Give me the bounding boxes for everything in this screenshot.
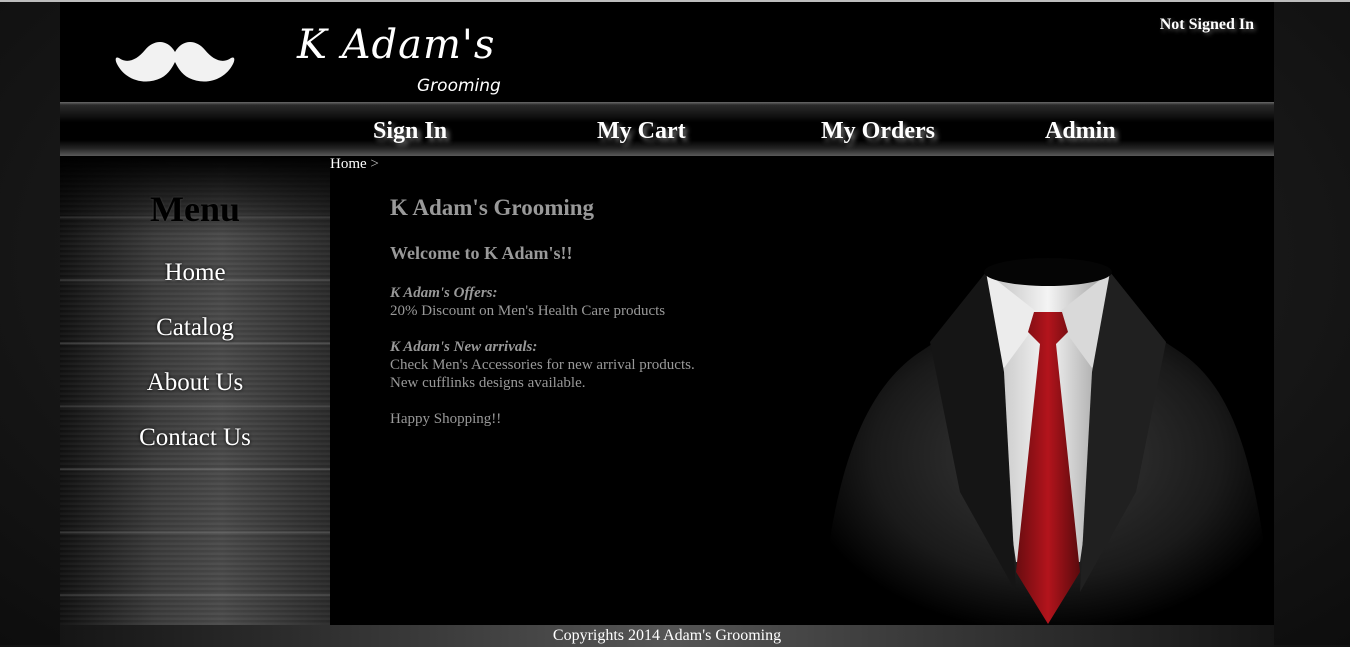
sidebar-item-home[interactable]: Home — [60, 259, 330, 287]
offers-text: 20% Discount on Men's Health Care produc… — [390, 303, 666, 319]
signin-status: Not Signed In — [1159, 16, 1254, 33]
nav-admin[interactable]: Admin — [1045, 118, 1116, 145]
arrivals-heading: K Adam's New arrivals: — [390, 339, 538, 355]
sidebar-item-catalog[interactable]: Catalog — [60, 314, 330, 342]
welcome-heading: Welcome to K Adam's!! — [390, 243, 573, 263]
sidebar-menu: Menu Home Catalog About Us Contact Us — [60, 156, 330, 625]
site-header: K Adam's Grooming Not Signed In — [60, 2, 1274, 102]
mustache-icon — [115, 42, 235, 82]
closing-text: Happy Shopping!! — [390, 411, 502, 427]
nav-sign-in[interactable]: Sign In — [373, 118, 447, 145]
main-nav: Sign In My Cart My Orders Admin — [60, 102, 1274, 156]
arrivals-line-2: New cufflinks designs available. — [390, 375, 586, 391]
page-container: K Adam's Grooming Not Signed In Sign In … — [60, 2, 1274, 647]
breadcrumb: Home > — [330, 156, 379, 173]
breadcrumb-home-link[interactable]: Home — [330, 156, 367, 172]
breadcrumb-separator: > — [370, 156, 379, 172]
menu-title: Menu — [150, 189, 240, 229]
sidebar-item-contact-us[interactable]: Contact Us — [60, 424, 330, 452]
logo-subtitle: Grooming — [417, 76, 501, 96]
logo-title: K Adam's — [297, 22, 496, 68]
suit-image — [820, 232, 1274, 625]
page-title: K Adam's Grooming — [390, 195, 595, 220]
nav-my-orders[interactable]: My Orders — [821, 118, 935, 145]
arrivals-line-1: Check Men's Accessories for new arrival … — [390, 357, 695, 373]
nav-my-cart[interactable]: My Cart — [597, 118, 686, 145]
copyright-text: Copyrights 2014 Adam's Grooming — [552, 627, 782, 644]
main-content: K Adam's Grooming Welcome to K Adam's!! … — [330, 172, 1274, 625]
offers-heading: K Adam's Offers: — [390, 285, 498, 301]
sidebar-item-about-us[interactable]: About Us — [60, 369, 330, 397]
site-logo[interactable]: K Adam's Grooming — [115, 16, 501, 96]
site-footer: Copyrights 2014 Adam's Grooming — [60, 625, 1274, 647]
welcome-content: K Adam's Grooming Welcome to K Adam's!! … — [390, 194, 695, 446]
